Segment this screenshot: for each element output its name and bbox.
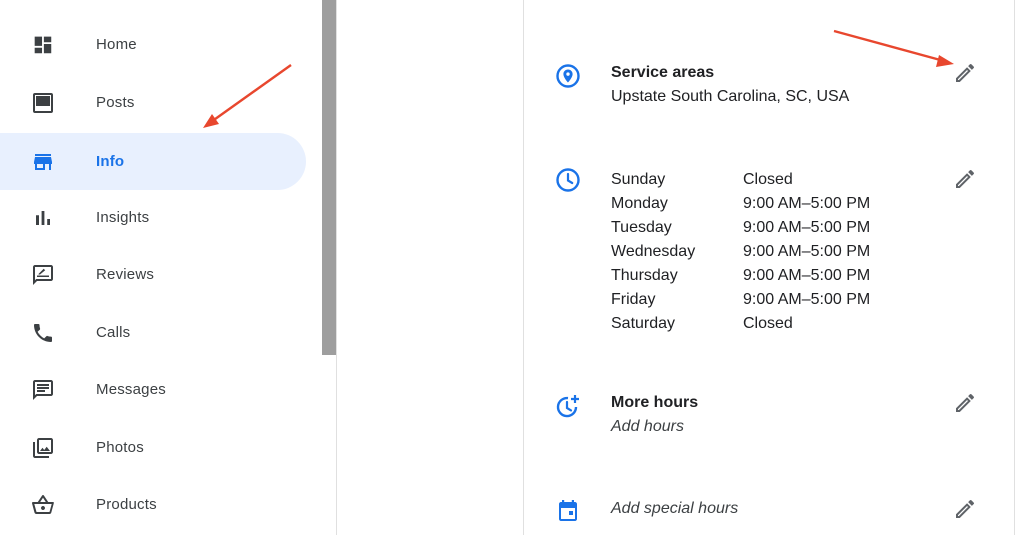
- sidebar-item-label: Reviews: [96, 266, 155, 283]
- photo-library-icon: [30, 435, 56, 461]
- basket-icon: [30, 492, 56, 518]
- clock-icon: [554, 166, 582, 194]
- pencil-icon: [953, 391, 977, 420]
- hours-day: Friday: [611, 291, 656, 308]
- rate-review-icon: [30, 262, 56, 288]
- location-pin-icon: [554, 62, 582, 90]
- hours-day: Thursday: [611, 267, 678, 284]
- hours-time: 9:00 AM–5:00 PM: [743, 219, 871, 236]
- add-hours-link[interactable]: Add hours: [611, 418, 684, 436]
- edit-more-hours-button[interactable]: [950, 390, 980, 420]
- sidebar-item-insights[interactable]: Insights: [0, 189, 306, 246]
- chat-icon: [30, 377, 56, 403]
- pencil-icon: [953, 497, 977, 526]
- phone-icon: [30, 320, 56, 346]
- sidebar-item-label: Home: [96, 36, 137, 53]
- edit-hours-button[interactable]: [950, 166, 980, 196]
- hours-time: 9:00 AM–5:00 PM: [743, 291, 871, 308]
- sidebar-item-label: Messages: [96, 381, 166, 398]
- sidebar-item-products[interactable]: Products: [0, 476, 306, 533]
- hours-day: Monday: [611, 195, 668, 212]
- hours-day: Wednesday: [611, 243, 696, 260]
- sidebar-scrollbar[interactable]: [322, 0, 336, 355]
- posts-icon: [30, 90, 56, 116]
- content-gutter: [337, 0, 523, 535]
- bar-chart-icon: [30, 205, 56, 231]
- hours-time: 9:00 AM–5:00 PM: [743, 267, 871, 284]
- sidebar-item-label: Calls: [96, 324, 131, 341]
- hours-row: Sunday Closed: [611, 168, 870, 192]
- sidebar-nav: Home Posts Info Insights Reviews Calls M…: [0, 0, 337, 535]
- sidebar-item-info[interactable]: Info: [0, 133, 306, 190]
- hours-time: Closed: [743, 315, 793, 332]
- sidebar-item-label: Photos: [96, 439, 144, 456]
- hours-row: Monday 9:00 AM–5:00 PM: [611, 192, 870, 216]
- sidebar-item-label: Info: [96, 153, 125, 170]
- hours-day: Saturday: [611, 315, 676, 332]
- hours-time: 9:00 AM–5:00 PM: [743, 195, 871, 212]
- sidebar-item-messages[interactable]: Messages: [0, 361, 306, 418]
- hours-day: Sunday: [611, 171, 666, 188]
- calendar-icon: [554, 497, 582, 525]
- hours-row: Tuesday 9:00 AM–5:00 PM: [611, 216, 870, 240]
- hours-day: Tuesday: [611, 219, 672, 236]
- hours-row: Wednesday 9:00 AM–5:00 PM: [611, 240, 870, 264]
- sidebar-item-reviews[interactable]: Reviews: [0, 246, 306, 303]
- sidebar-item-home[interactable]: Home: [0, 16, 306, 73]
- more-hours-title: More hours: [611, 394, 699, 411]
- sidebar-item-label: Products: [96, 496, 157, 513]
- hours-row: Saturday Closed: [611, 312, 870, 336]
- hours-row: Friday 9:00 AM–5:00 PM: [611, 288, 870, 312]
- storefront-icon: [30, 149, 56, 175]
- service-areas-value: Upstate South Carolina, SC, USA: [611, 88, 850, 105]
- dashboard-icon: [30, 32, 56, 58]
- add-special-hours-link[interactable]: Add special hours: [611, 500, 738, 518]
- hours-time: Closed: [743, 171, 793, 188]
- edit-special-hours-button[interactable]: [950, 496, 980, 526]
- sidebar-item-calls[interactable]: Calls: [0, 304, 306, 361]
- sidebar-item-label: Posts: [96, 94, 135, 111]
- sidebar-item-label: Insights: [96, 209, 150, 226]
- hours-table: Sunday Closed Monday 9:00 AM–5:00 PM Tuesd…: [611, 168, 870, 336]
- sidebar-item-posts[interactable]: Posts: [0, 74, 306, 131]
- pencil-icon: [953, 61, 977, 90]
- more-time-icon: [554, 393, 582, 421]
- edit-service-areas-button[interactable]: [950, 60, 980, 90]
- service-areas-title: Service areas: [611, 64, 715, 81]
- hours-time: 9:00 AM–5:00 PM: [743, 243, 871, 260]
- hours-row: Thursday 9:00 AM–5:00 PM: [611, 264, 870, 288]
- sidebar-item-photos[interactable]: Photos: [0, 419, 306, 476]
- pencil-icon: [953, 167, 977, 196]
